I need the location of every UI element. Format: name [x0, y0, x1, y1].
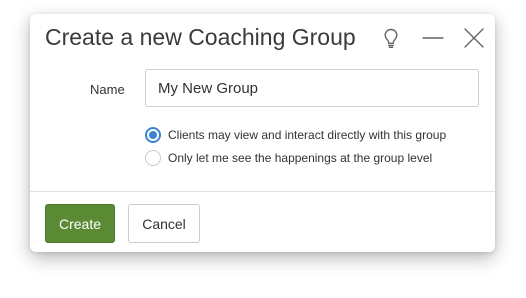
- radio-button-selected[interactable]: [145, 127, 161, 143]
- radio-option-label: Only let me see the happenings at the gr…: [168, 151, 433, 165]
- minimize-icon[interactable]: [421, 26, 445, 50]
- radio-option-clients-interact[interactable]: Clients may view and interact directly w…: [145, 127, 446, 143]
- radio-option-group-level-only[interactable]: Only let me see the happenings at the gr…: [145, 150, 432, 166]
- create-coaching-group-dialog: Create a new Coaching Group Name Clients…: [30, 14, 495, 252]
- footer-divider: [30, 191, 495, 192]
- dialog-title: Create a new Coaching Group: [45, 24, 356, 50]
- radio-button-unselected[interactable]: [145, 150, 161, 166]
- group-name-input[interactable]: [145, 69, 479, 107]
- create-button[interactable]: Create: [45, 204, 115, 243]
- radio-option-label: Clients may view and interact directly w…: [168, 128, 447, 142]
- close-icon[interactable]: [462, 26, 486, 50]
- cancel-button[interactable]: Cancel: [128, 204, 200, 243]
- name-label: Name: [90, 82, 125, 97]
- lightbulb-icon[interactable]: [379, 26, 403, 50]
